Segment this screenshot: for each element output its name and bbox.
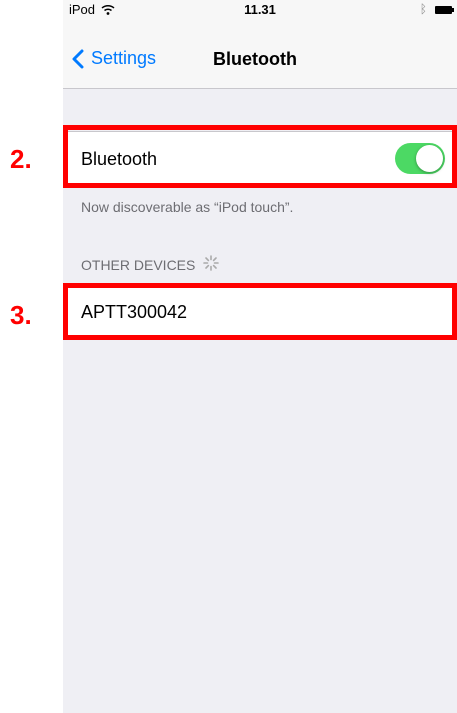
back-button[interactable]: Settings (71, 48, 156, 69)
navigation-bar: Settings Bluetooth (63, 20, 457, 89)
step-3-label: 3. (10, 300, 32, 330)
page-title: Bluetooth (213, 49, 297, 69)
phone-screen: iPod 11.31 ᛒ Settings Bluetooth Bluetoot… (63, 0, 457, 713)
other-devices-header: OTHER DEVICES (81, 255, 220, 274)
discoverable-note: Now discoverable as “iPod touch”. (81, 199, 294, 215)
bluetooth-row-highlight (63, 125, 457, 188)
section-header-label: OTHER DEVICES (81, 256, 196, 273)
back-button-label: Settings (91, 48, 157, 68)
bluetooth-status-icon: ᛒ (419, 2, 427, 16)
spinner-icon (203, 255, 220, 274)
clock: 11.31 (244, 2, 276, 17)
status-bar: iPod 11.31 ᛒ (63, 0, 457, 20)
chevron-left-icon (71, 49, 85, 69)
step-2-label: 2. (10, 144, 32, 174)
device-row-highlight (63, 283, 457, 340)
battery-icon (435, 6, 454, 14)
